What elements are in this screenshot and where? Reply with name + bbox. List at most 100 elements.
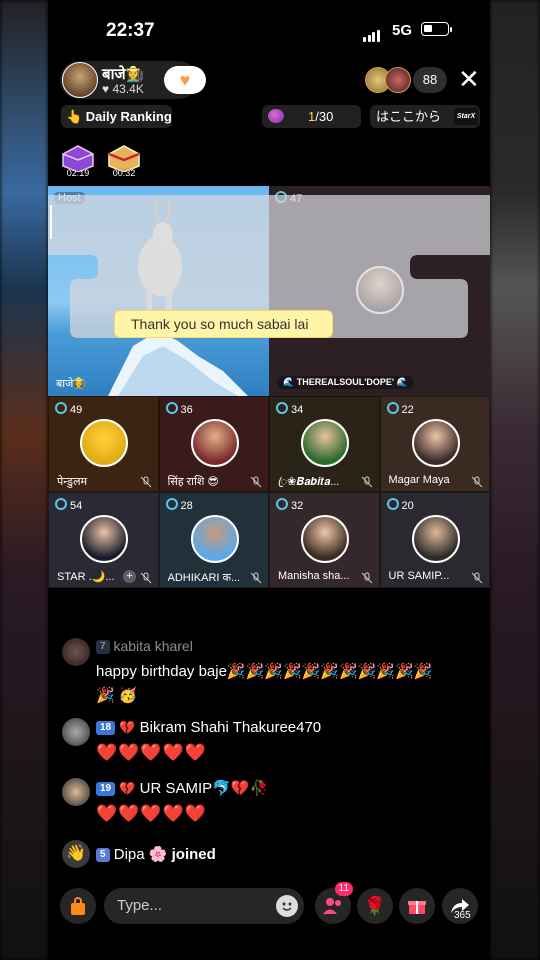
chat-username: UR SAMIP🐬💔🥀 [139,780,269,797]
host-avatar[interactable] [62,62,98,98]
seat-count: 34 [276,402,303,416]
mic-muted-icon [471,572,483,584]
gift-icon[interactable] [399,888,435,924]
seat[interactable]: 36 सिंह राशि 😎 [158,396,269,492]
bottom-bar: Type... 11 🌹 365 [48,880,490,934]
viewer-count[interactable]: 88 [413,67,447,93]
level-badge: 18 [96,721,116,735]
chat-text-continued: 🎉 🥳 [96,687,138,704]
seat-count: 22 [387,402,414,416]
chat-username: kabita kharel [113,638,193,654]
level-badge: 7 [96,640,110,654]
treasure-chest[interactable]: 00:32 [106,142,142,178]
seat-name: STAR .🌙... [57,571,115,583]
chat-header: 18 💔 Bikram Shahi Thakuree470 [96,719,321,736]
seat-count: 49 [55,402,82,416]
seat[interactable]: 20 UR SAMIP... [379,492,490,588]
guest-name: 🌊 THEREALSOUL'DOPE' 🌊 [277,376,414,389]
seat-avatar[interactable] [411,515,460,563]
daily-ranking-button[interactable]: 👆 Daily Ranking [61,105,172,128]
chat-avatar[interactable] [62,638,90,666]
rose-gift-icon[interactable]: 🌹 [357,888,393,924]
host-tile-name: बाजे👩‍🌾 [56,378,87,390]
host-likes: ♥ 43.4K [102,82,144,96]
event-label: はここから [376,109,442,124]
mic-muted-icon [361,572,372,584]
chest-timer: 02:19 [66,168,90,178]
seat[interactable]: 49 पेन्डुलम [48,396,159,492]
chat-username: Bikram Shahi Thakuree470 [139,719,322,736]
network-type: 5G [392,22,413,39]
seat-name: Magar Maya [388,474,450,486]
gem-icon [268,109,284,123]
event-banner[interactable]: はここから StarX [370,105,480,128]
chat-header: 7 kabita kharel [96,638,193,654]
level-badge: 5 [96,848,110,862]
host-name: बाजे👩‍🌾 [102,66,145,83]
chat-text: ❤️❤️❤️❤️❤️ [96,804,207,823]
viewer-avatar[interactable] [385,67,411,93]
seat-avatar[interactable] [80,419,128,467]
seat-count: 36 [166,402,193,416]
background-blur-left [0,0,48,960]
mic-muted-icon [471,476,483,488]
seat-count: 32 [276,498,303,512]
chat-header: 5 Dipa 🌸 joined [96,845,216,863]
chat-avatar[interactable] [62,778,90,806]
chat-username: Dipa 🌸 [113,846,168,863]
heart-icon: ♥ [179,69,191,90]
chat-text: joined [171,846,216,863]
seat[interactable]: 22 Magar Maya [379,396,490,492]
counter-total: /30 [315,109,334,124]
treasure-chest[interactable]: 02:19 [60,142,96,178]
seat[interactable]: 34 ꦿ❀𝑩𝒂𝒃𝒊𝒕𝒂... [269,396,380,492]
mic-muted-icon [140,572,151,584]
seat-name: UR SAMIP... [388,570,450,582]
add-icon[interactable]: + [123,570,136,583]
mic-muted-icon [140,476,151,488]
chat-avatar[interactable] [62,718,90,746]
follow-button[interactable]: ♥ [164,66,206,94]
chat-header: 19 💔 UR SAMIP🐬💔🥀 [96,779,268,797]
seat-name: Manisha sha... [278,570,350,582]
seat[interactable]: 54 STAR .🌙... + [48,492,159,588]
gift-counter[interactable]: 1/30 [262,105,361,128]
thank-you-bubble: Thank you so much sabai lai [114,310,333,338]
seat-avatar[interactable] [301,515,349,563]
background-blur-right [490,0,540,960]
seat-avatar[interactable] [80,515,128,563]
seat-count: 28 [166,498,193,512]
guests-icon[interactable]: 11 [315,882,353,924]
seat-avatar[interactable] [190,515,239,563]
level-badge: 19 [96,782,116,796]
seat[interactable]: 28 ADHIKARI क... [158,492,269,588]
event-tag: StarX [454,108,478,125]
mic-muted-icon [250,476,262,488]
seat-avatar[interactable] [190,419,239,467]
seat-avatar[interactable] [301,419,349,467]
chat-input-placeholder: Type... [117,897,163,914]
shop-bag-icon[interactable] [60,888,96,924]
seat-name: ADHIKARI क... [167,572,241,584]
mic-muted-icon [250,572,262,584]
emoji-icon[interactable] [276,895,298,917]
heart-badge-icon: 💔 [119,720,136,735]
seat-name: पेन्डुलम [57,476,88,488]
clock: 22:37 [106,20,155,41]
seat-count: 20 [387,498,414,512]
seat-avatar[interactable] [411,419,460,467]
wave-icon: 👋 [62,840,90,868]
viewer-list[interactable]: 88 [365,67,447,93]
close-icon[interactable]: ✕ [458,66,480,92]
host-profile[interactable]: बाजे👩‍🌾 ♥ 43.4K ♥ [60,61,206,99]
mic-muted-icon [361,476,372,488]
heart-badge-icon: 💔 [119,781,136,796]
battery-icon [421,22,449,36]
seat[interactable]: 32 Manisha sha... [269,492,380,588]
seat-count: 54 [55,498,82,512]
guests-badge: 11 [334,882,353,896]
signal-icon [363,24,381,42]
chat-input[interactable]: Type... [104,888,304,924]
seat-name: सिंह राशि 😎 [167,476,219,488]
share-count: 365 [454,910,471,921]
